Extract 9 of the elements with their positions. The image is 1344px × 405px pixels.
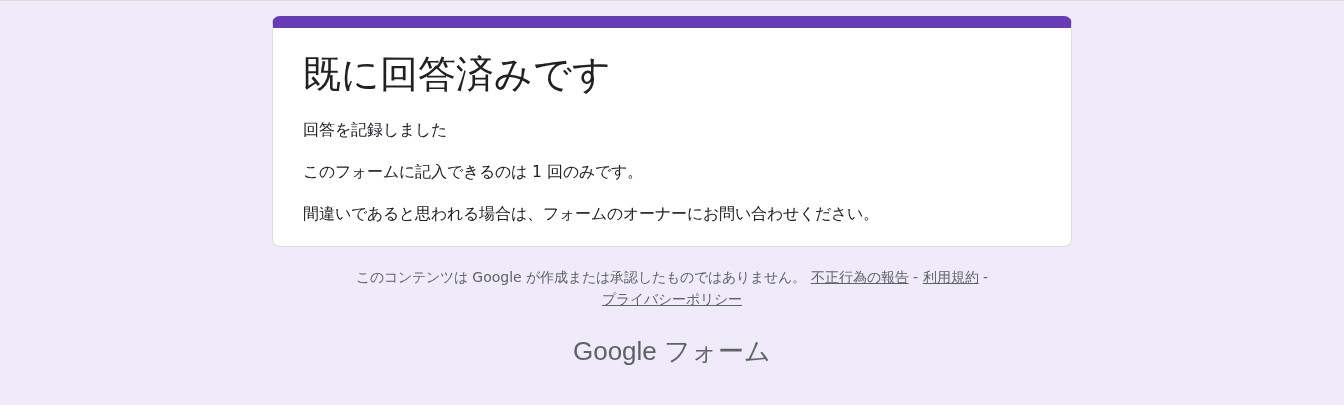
footer-link[interactable]: 利用規約	[922, 269, 979, 285]
footer-link[interactable]: 不正行為の報告	[810, 269, 909, 285]
message-text: 回答を記録しました	[303, 120, 448, 141]
message-text: このフォームに記入できるのは 1 回のみです。	[303, 162, 644, 183]
footer-link[interactable]: プライバシーポリシー	[602, 291, 742, 307]
card-title: 既に回答済みです	[303, 51, 612, 98]
disclaimer-text: このコンテンツは Google が作成または承認したものではありません。 不正行為の報告 - 利用規約 - プライバシーポリシー	[354, 268, 990, 309]
brand-logo: Google フォーム	[572, 335, 772, 368]
message-text: 間違いであると思われる場合は、フォームのオーナーにお問い合わせください。	[303, 204, 880, 225]
